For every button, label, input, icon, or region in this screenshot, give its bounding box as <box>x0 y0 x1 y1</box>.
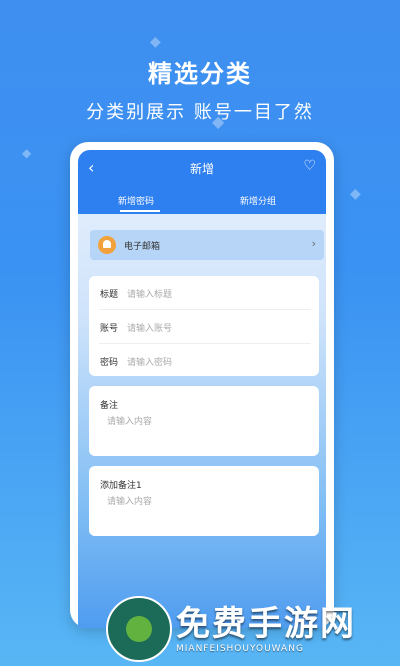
chevron-right-icon: › <box>311 237 316 250</box>
phone-mockup: ‹ 新增 ♡ 新增密码 新增分组 电子邮箱 › 标题 请输入标题 账号 请输入账… <box>70 142 334 628</box>
extra-note-input[interactable]: 请输入内容 <box>107 494 152 507</box>
note-input[interactable]: 请输入内容 <box>107 414 152 427</box>
account-input[interactable]: 请输入账号 <box>127 321 172 334</box>
field-label: 密码 <box>100 358 119 368</box>
header-bar: ‹ 新增 ♡ 新增密码 新增分组 <box>78 150 326 214</box>
title-input[interactable]: 请输入标题 <box>127 287 172 300</box>
credentials-card: 标题 请输入标题 账号 请输入账号 密码 请输入密码 <box>89 276 319 376</box>
password-field[interactable]: 密码 请输入密码 <box>89 344 319 377</box>
watermark-logo-icon <box>106 596 172 662</box>
note-card[interactable]: 备注 请输入内容 <box>89 386 319 456</box>
password-input[interactable]: 请输入密码 <box>127 355 172 368</box>
watermark-text: 免费手游网 <box>176 604 356 644</box>
extra-note-label: 添加备注1 <box>100 481 142 491</box>
watermark-subtext: MIANFEISHOUYOUWANG <box>176 644 304 654</box>
promo-title: 精选分类 <box>148 60 252 88</box>
decoration-star-icon: ◆ <box>22 146 32 160</box>
category-selector[interactable]: 电子邮箱 › <box>90 230 324 260</box>
app-screen: ‹ 新增 ♡ 新增密码 新增分组 电子邮箱 › 标题 请输入标题 账号 请输入账… <box>78 150 326 628</box>
page-title: 新增 <box>189 162 214 176</box>
heart-icon[interactable]: ♡ <box>303 158 316 174</box>
mail-icon <box>98 236 116 254</box>
promo-subtitle: 分类别展示 账号一目了然 <box>86 102 314 123</box>
extra-note-card[interactable]: 添加备注1 请输入内容 <box>89 466 319 536</box>
title-field[interactable]: 标题 请输入标题 <box>89 276 319 309</box>
tab-new-password[interactable]: 新增密码 <box>118 194 154 207</box>
field-label: 标题 <box>100 290 119 300</box>
account-field[interactable]: 账号 请输入账号 <box>89 310 319 343</box>
field-label: 账号 <box>100 324 119 334</box>
note-label: 备注 <box>100 401 119 411</box>
decoration-star-icon: ◆ <box>350 186 361 202</box>
tab-new-group[interactable]: 新增分组 <box>240 194 276 207</box>
decoration-star-icon: ◆ <box>150 34 161 50</box>
active-tab-indicator <box>120 210 160 212</box>
category-label: 电子邮箱 <box>124 242 161 252</box>
